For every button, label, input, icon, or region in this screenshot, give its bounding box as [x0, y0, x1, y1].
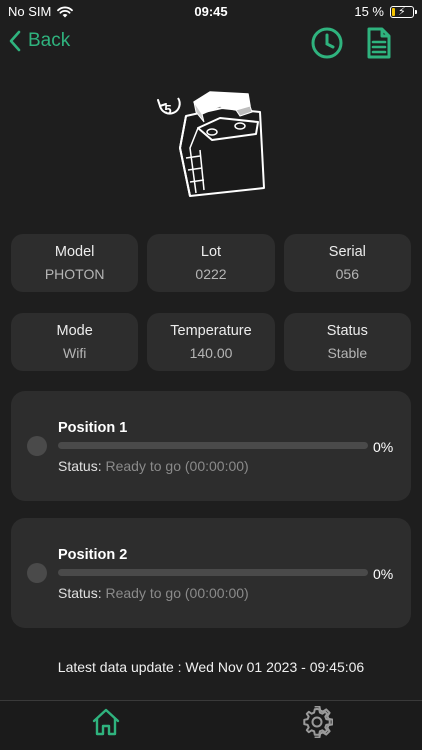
info-value: Stable — [327, 345, 368, 361]
battery-percent: 15 % — [354, 4, 384, 19]
settings-gear-icon[interactable] — [301, 706, 333, 738]
position-status: Status: Ready to go (00:00:00) — [58, 458, 249, 474]
info-value: 056 — [335, 266, 359, 282]
chevron-left-icon — [9, 30, 21, 52]
tab-bar — [0, 700, 422, 750]
back-label: Back — [28, 30, 71, 51]
position-card-1[interactable]: Position 1 0% Status: Ready to go (00:00… — [11, 391, 411, 501]
status-bar: No SIM 09:45 15 % ⚡ — [0, 0, 422, 22]
home-icon[interactable] — [90, 706, 122, 738]
position-progress-percent: 0% — [373, 566, 394, 582]
position-status-value: Ready to go (00:00:00) — [105, 458, 249, 474]
position-status: Status: Ready to go (00:00:00) — [58, 585, 249, 601]
position-progress-percent: 0% — [373, 439, 394, 455]
device-illustration: 5 — [157, 91, 265, 197]
position-title: Position 1 — [58, 420, 128, 436]
info-card-mode: Mode Wifi — [11, 313, 139, 371]
info-card-temperature: Temperature 140.00 — [147, 313, 275, 371]
position-status-label: Status: — [58, 585, 102, 601]
info-row-bottom: Mode Wifi Temperature 140.00 Status Stab… — [11, 313, 411, 371]
info-card-model: Model PHOTON — [11, 234, 139, 292]
info-label: Lot — [200, 244, 222, 260]
position-indicator-dot — [27, 436, 47, 456]
info-card-serial: Serial 056 — [283, 234, 411, 292]
position-indicator-dot — [27, 563, 47, 583]
clock-icon[interactable] — [310, 26, 344, 60]
info-label: Mode — [56, 323, 93, 339]
position-progress-bar — [58, 442, 368, 449]
info-value: 140.00 — [189, 345, 233, 361]
position-status-value: Ready to go (00:00:00) — [105, 585, 249, 601]
info-value: Wifi — [63, 345, 87, 361]
info-card-lot: Lot 0222 — [147, 234, 275, 292]
info-label: Temperature — [170, 323, 252, 339]
position-card-2[interactable]: Position 2 0% Status: Ready to go (00:00… — [11, 518, 411, 628]
info-label: Status — [326, 323, 368, 339]
info-value: 0222 — [195, 266, 227, 282]
document-icon[interactable] — [362, 26, 396, 60]
info-value: PHOTON — [44, 266, 105, 282]
position-title: Position 2 — [58, 547, 128, 563]
timer-badge-icon: 5 — [157, 97, 181, 117]
info-label: Model — [54, 244, 95, 260]
info-card-status: Status Stable — [283, 313, 411, 371]
position-progress-bar — [58, 569, 368, 576]
back-button[interactable]: Back — [8, 30, 70, 52]
latest-data-update: Latest data update : Wed Nov 01 2023 - 0… — [57, 659, 365, 675]
header-actions — [310, 26, 396, 60]
battery-icon: ⚡ — [390, 5, 417, 18]
position-status-label: Status: — [58, 458, 102, 474]
info-label: Serial — [328, 244, 366, 260]
timer-badge-number: 5 — [164, 102, 171, 117]
info-row-top: Model PHOTON Lot 0222 Serial 056 — [11, 234, 411, 292]
